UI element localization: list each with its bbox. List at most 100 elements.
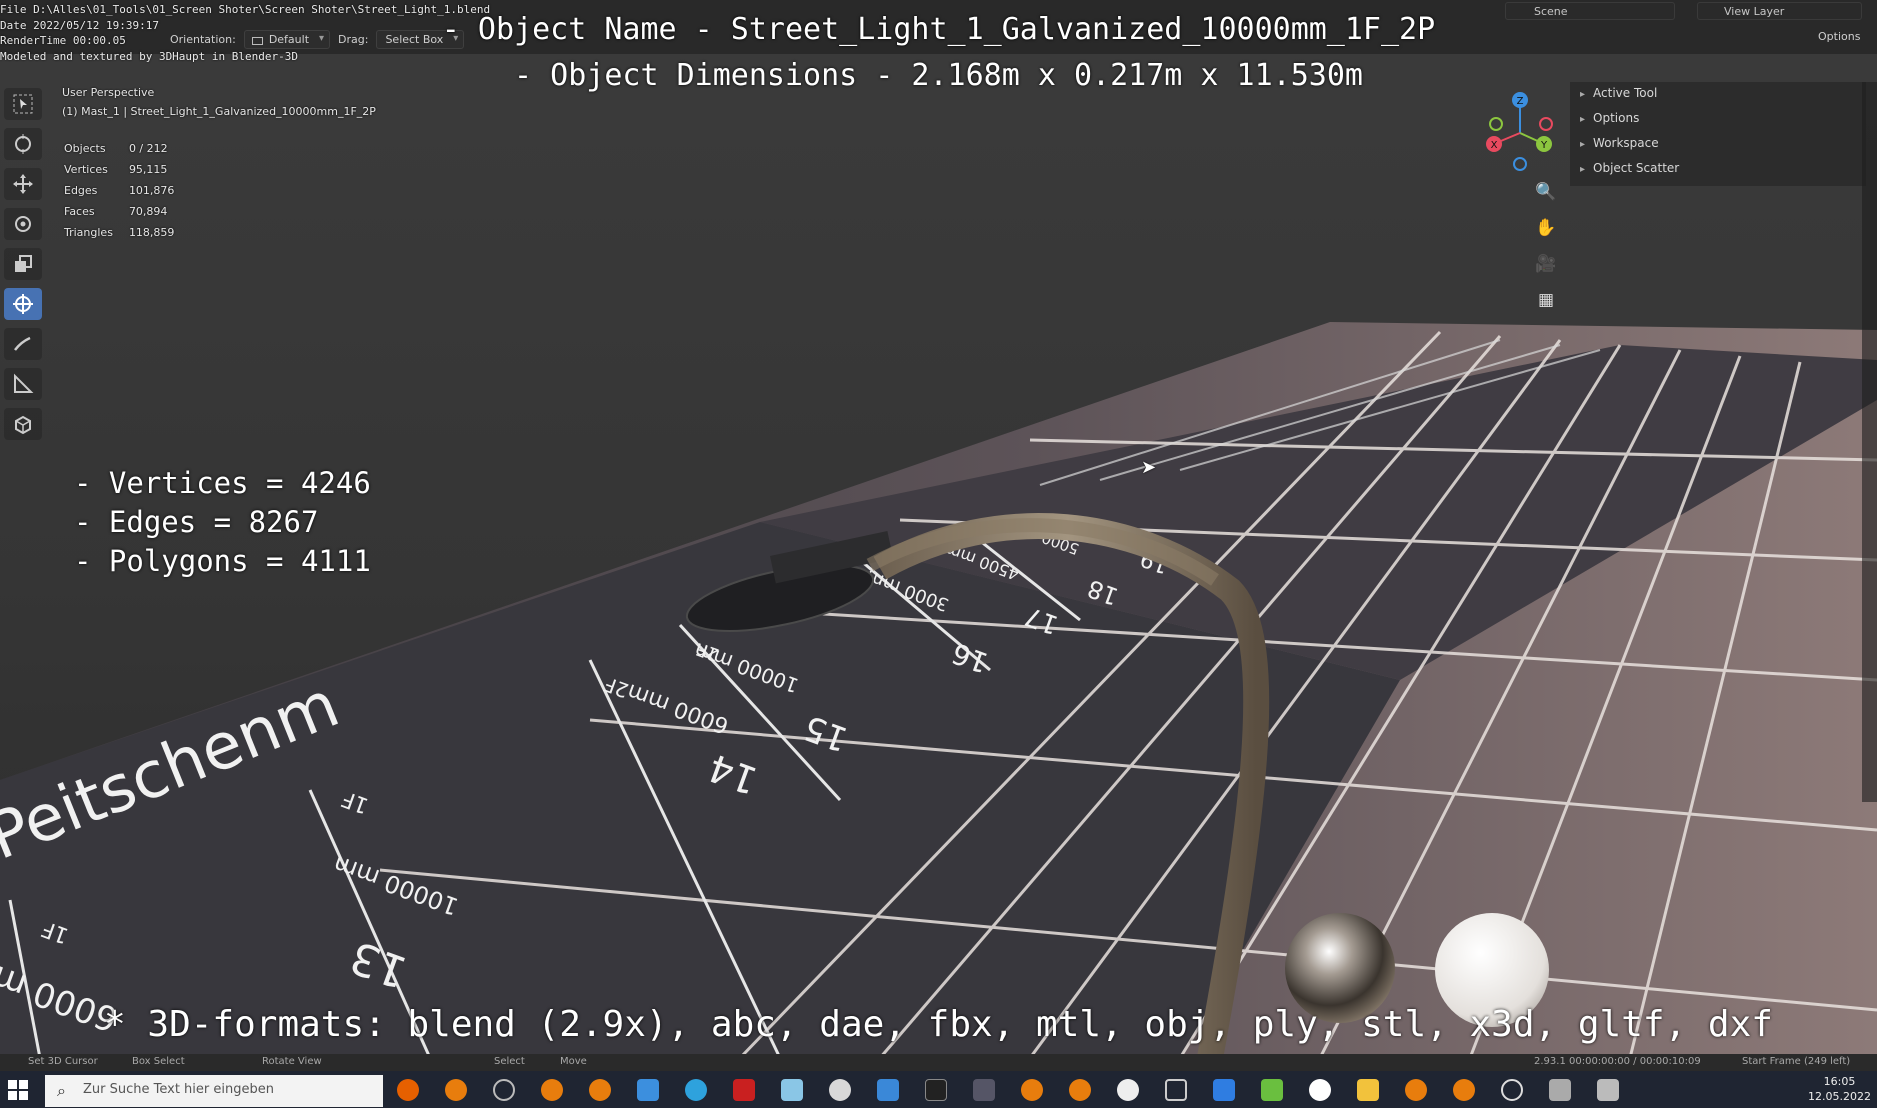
panel-workspace[interactable]: Workspace (1570, 132, 1866, 157)
blender-icon[interactable] (1453, 1079, 1475, 1101)
pan-hand-icon[interactable]: ✋ (1530, 214, 1562, 242)
app-icon[interactable] (1549, 1079, 1571, 1101)
stat-row: Objects 0 / 212 (64, 139, 188, 158)
status-version-time: 2.93.1 00:00:00:00 / 00:00:10:09 (1534, 1056, 1701, 1067)
tool-shelf (4, 88, 42, 440)
transform-tool[interactable] (4, 288, 42, 320)
status-move: Move (560, 1056, 587, 1067)
app-icon[interactable] (1597, 1079, 1619, 1101)
panel-object-scatter[interactable]: Object Scatter (1570, 157, 1866, 182)
add-cube-tool[interactable] (4, 408, 42, 440)
stat-label: Edges (64, 184, 98, 197)
cube-icon[interactable] (1165, 1079, 1187, 1101)
app-icon[interactable] (877, 1079, 899, 1101)
mesh-stats-caption: - Vertices = 4246 - Edges = 8267 - Polyg… (74, 464, 371, 581)
browser-icon[interactable] (493, 1079, 515, 1101)
stat-row: Triangles 118,859 (64, 223, 188, 242)
transform-icon (13, 294, 33, 314)
object-name-caption: - Object Name - Street_Light_1_Galvanize… (441, 12, 1436, 47)
scene-statistics: Objects 0 / 212 Vertices 95,115 Edges 101,8… (62, 137, 190, 244)
pencil-icon (14, 336, 31, 351)
stat-value: 118,859 (128, 226, 175, 239)
blender-icon[interactable] (541, 1079, 563, 1101)
stat-label: Faces (64, 205, 95, 218)
scale-tool[interactable] (4, 248, 42, 280)
formats-caption: * 3D-formats: blend (2.9x), abc, dae, fb… (104, 1004, 1773, 1045)
panda-icon[interactable] (1117, 1079, 1139, 1101)
rotate-tool[interactable] (4, 208, 42, 240)
status-box-select: Box Select (132, 1056, 185, 1067)
blender-icon[interactable] (445, 1079, 467, 1101)
stat-row: Edges 101,876 (64, 181, 188, 200)
firefox-icon[interactable] (397, 1079, 419, 1101)
sidebar-tabs[interactable] (1862, 82, 1877, 802)
gizmo-x-label: X (1491, 140, 1498, 151)
edge-icon[interactable] (685, 1079, 707, 1101)
measure-tool[interactable] (4, 368, 42, 400)
nvidia-icon[interactable] (1261, 1079, 1283, 1101)
mail-icon[interactable] (637, 1079, 659, 1101)
app-icon[interactable] (829, 1079, 851, 1101)
stat-value: 70,894 (128, 205, 168, 218)
app-icon[interactable] (973, 1079, 995, 1101)
stat-label: Objects (64, 142, 106, 155)
terminal-icon[interactable] (925, 1079, 947, 1101)
gizmo-y-label: Y (1540, 140, 1548, 151)
stat-row: Faces 70,894 (64, 202, 188, 221)
settings-gear-icon[interactable] (1501, 1079, 1523, 1101)
status-set-cursor: Set 3D Cursor (28, 1056, 98, 1067)
app-icon[interactable] (781, 1079, 803, 1101)
clock-time: 16:05 (1823, 1075, 1856, 1088)
calendar-icon[interactable] (1213, 1079, 1235, 1101)
search-placeholder: Zur Suche Text hier eingeben (83, 1082, 274, 1097)
status-start-frame: Start Frame (249 left) (1742, 1056, 1851, 1067)
windows-taskbar: ⌕ Zur Suche Text hier eingeben 16:05 12.… (0, 1071, 1877, 1108)
stat-row: Vertices 95,115 (64, 160, 188, 179)
viewport-info: User Perspective (1) Mast_1 | Street_Lig… (62, 86, 376, 118)
blender-icon[interactable] (1405, 1079, 1427, 1101)
view-nav-buttons: 🔍 ✋ 🎥 ▦ (1530, 178, 1562, 314)
mouse-pointer-icon: ➤ (1141, 457, 1157, 478)
cursor-icon (13, 94, 33, 114)
panel-options[interactable]: Options (1570, 107, 1866, 132)
navigation-gizmo[interactable]: Z Y X (1478, 88, 1562, 178)
cube-icon (15, 415, 31, 435)
blender-icon[interactable] (1021, 1079, 1043, 1101)
blender-icon[interactable] (1069, 1079, 1091, 1101)
annotate-tool[interactable] (4, 328, 42, 360)
perspective-label: User Perspective (62, 86, 155, 99)
taskbar-search-input[interactable]: ⌕ Zur Suche Text hier eingeben (45, 1075, 383, 1107)
panel-active-tool[interactable]: Active Tool (1570, 82, 1866, 107)
stat-label: Vertices (64, 163, 108, 176)
gizmo-z-label: Z (1517, 96, 1524, 107)
stat-value: 95,115 (128, 163, 168, 176)
blender-screen: Peitschenm 13 14 15 16 17 18 19 10000 mm… (0, 0, 1877, 1108)
status-bar: Set 3D Cursor Box Select Rotate View Sel… (0, 1054, 1877, 1071)
sidebar-n-panel: Active Tool Options Workspace Object Sca… (1570, 82, 1866, 186)
app-icon[interactable] (1309, 1079, 1331, 1101)
active-object-label: (1) Mast_1 | Street_Light_1_Galvanized_1… (62, 105, 376, 118)
stat-value: 101,876 (128, 184, 175, 197)
camera-view-icon[interactable]: 🎥 (1530, 250, 1562, 278)
cursor-tool[interactable] (4, 128, 42, 160)
ortho-grid-icon[interactable]: ▦ (1530, 286, 1562, 314)
polygons-caption: - Polygons = 4111 (74, 544, 371, 578)
windows-start-icon[interactable] (6, 1078, 30, 1102)
status-rotate-view: Rotate View (262, 1056, 322, 1067)
move-tool[interactable] (4, 168, 42, 200)
status-select: Select (494, 1056, 525, 1067)
rotate-icon (15, 216, 31, 232)
app-icon[interactable] (733, 1079, 755, 1101)
vertices-caption: - Vertices = 4246 (74, 466, 371, 500)
select-box-tool[interactable] (4, 88, 42, 120)
stat-value: 0 / 212 (128, 142, 168, 155)
blender-icon[interactable] (589, 1079, 611, 1101)
folder-icon[interactable] (1357, 1079, 1379, 1101)
ruler-icon (14, 373, 34, 393)
system-clock[interactable]: 16:05 12.05.2022 (1808, 1074, 1871, 1104)
scale-icon (15, 255, 32, 272)
search-icon: ⌕ (57, 1081, 66, 1100)
move-arrows-icon (13, 174, 33, 194)
clock-date: 12.05.2022 (1808, 1090, 1871, 1103)
zoom-icon[interactable]: 🔍 (1530, 178, 1562, 206)
